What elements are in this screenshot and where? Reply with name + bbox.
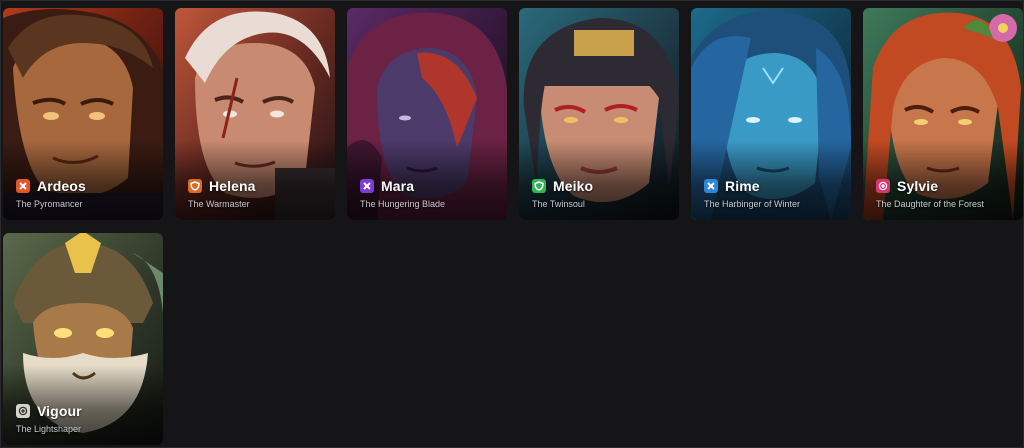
hero-info: Sylvie The Daughter of the Forest bbox=[876, 177, 1017, 209]
hero-title: The Pyromancer bbox=[16, 199, 83, 209]
hero-name: Meiko bbox=[553, 178, 594, 194]
hero-card-helena[interactable]: Helena The Warmaster bbox=[175, 8, 335, 220]
plus-icon bbox=[16, 404, 30, 418]
hero-info: Meiko The Twinsoul bbox=[532, 177, 673, 209]
hero-title: The Lightshaper bbox=[16, 424, 82, 434]
hero-name: Mara bbox=[381, 178, 415, 194]
hero-name: Vigour bbox=[37, 403, 82, 419]
cross-icon bbox=[360, 179, 374, 193]
hero-title: The Warmaster bbox=[188, 199, 250, 209]
shield-icon bbox=[532, 179, 546, 193]
hero-card-vigour[interactable]: Vigour The Lightshaper bbox=[3, 233, 163, 445]
hero-info: Helena The Warmaster bbox=[188, 177, 329, 209]
hero-info: Rime The Harbinger of Winter bbox=[704, 177, 845, 209]
hero-title: The Hungering Blade bbox=[360, 199, 446, 209]
plus-icon bbox=[876, 179, 890, 193]
hero-info: Vigour The Lightshaper bbox=[16, 402, 157, 434]
cross-icon bbox=[704, 179, 718, 193]
hero-grid: Ardeos The Pyromancer Helena The Warmast… bbox=[3, 8, 1023, 445]
hero-card-sylvie[interactable]: Sylvie The Daughter of the Forest bbox=[863, 8, 1023, 220]
hero-card-ardeos[interactable]: Ardeos The Pyromancer bbox=[3, 8, 163, 220]
hero-info: Ardeos The Pyromancer bbox=[16, 177, 157, 209]
hero-title: The Twinsoul bbox=[532, 199, 585, 209]
hero-gallery: Ardeos The Pyromancer Helena The Warmast… bbox=[0, 0, 1024, 448]
hero-name: Rime bbox=[725, 178, 760, 194]
cross-icon bbox=[16, 179, 30, 193]
hero-card-rime[interactable]: Rime The Harbinger of Winter bbox=[691, 8, 851, 220]
hero-name: Ardeos bbox=[37, 178, 86, 194]
hero-title: The Harbinger of Winter bbox=[704, 199, 801, 209]
hero-title: The Daughter of the Forest bbox=[876, 199, 985, 209]
hero-info: Mara The Hungering Blade bbox=[360, 177, 501, 209]
shield-icon bbox=[188, 179, 202, 193]
hero-card-meiko[interactable]: Meiko The Twinsoul bbox=[519, 8, 679, 220]
hero-name: Sylvie bbox=[897, 178, 939, 194]
hero-card-mara[interactable]: Mara The Hungering Blade bbox=[347, 8, 507, 220]
hero-name: Helena bbox=[209, 178, 256, 194]
